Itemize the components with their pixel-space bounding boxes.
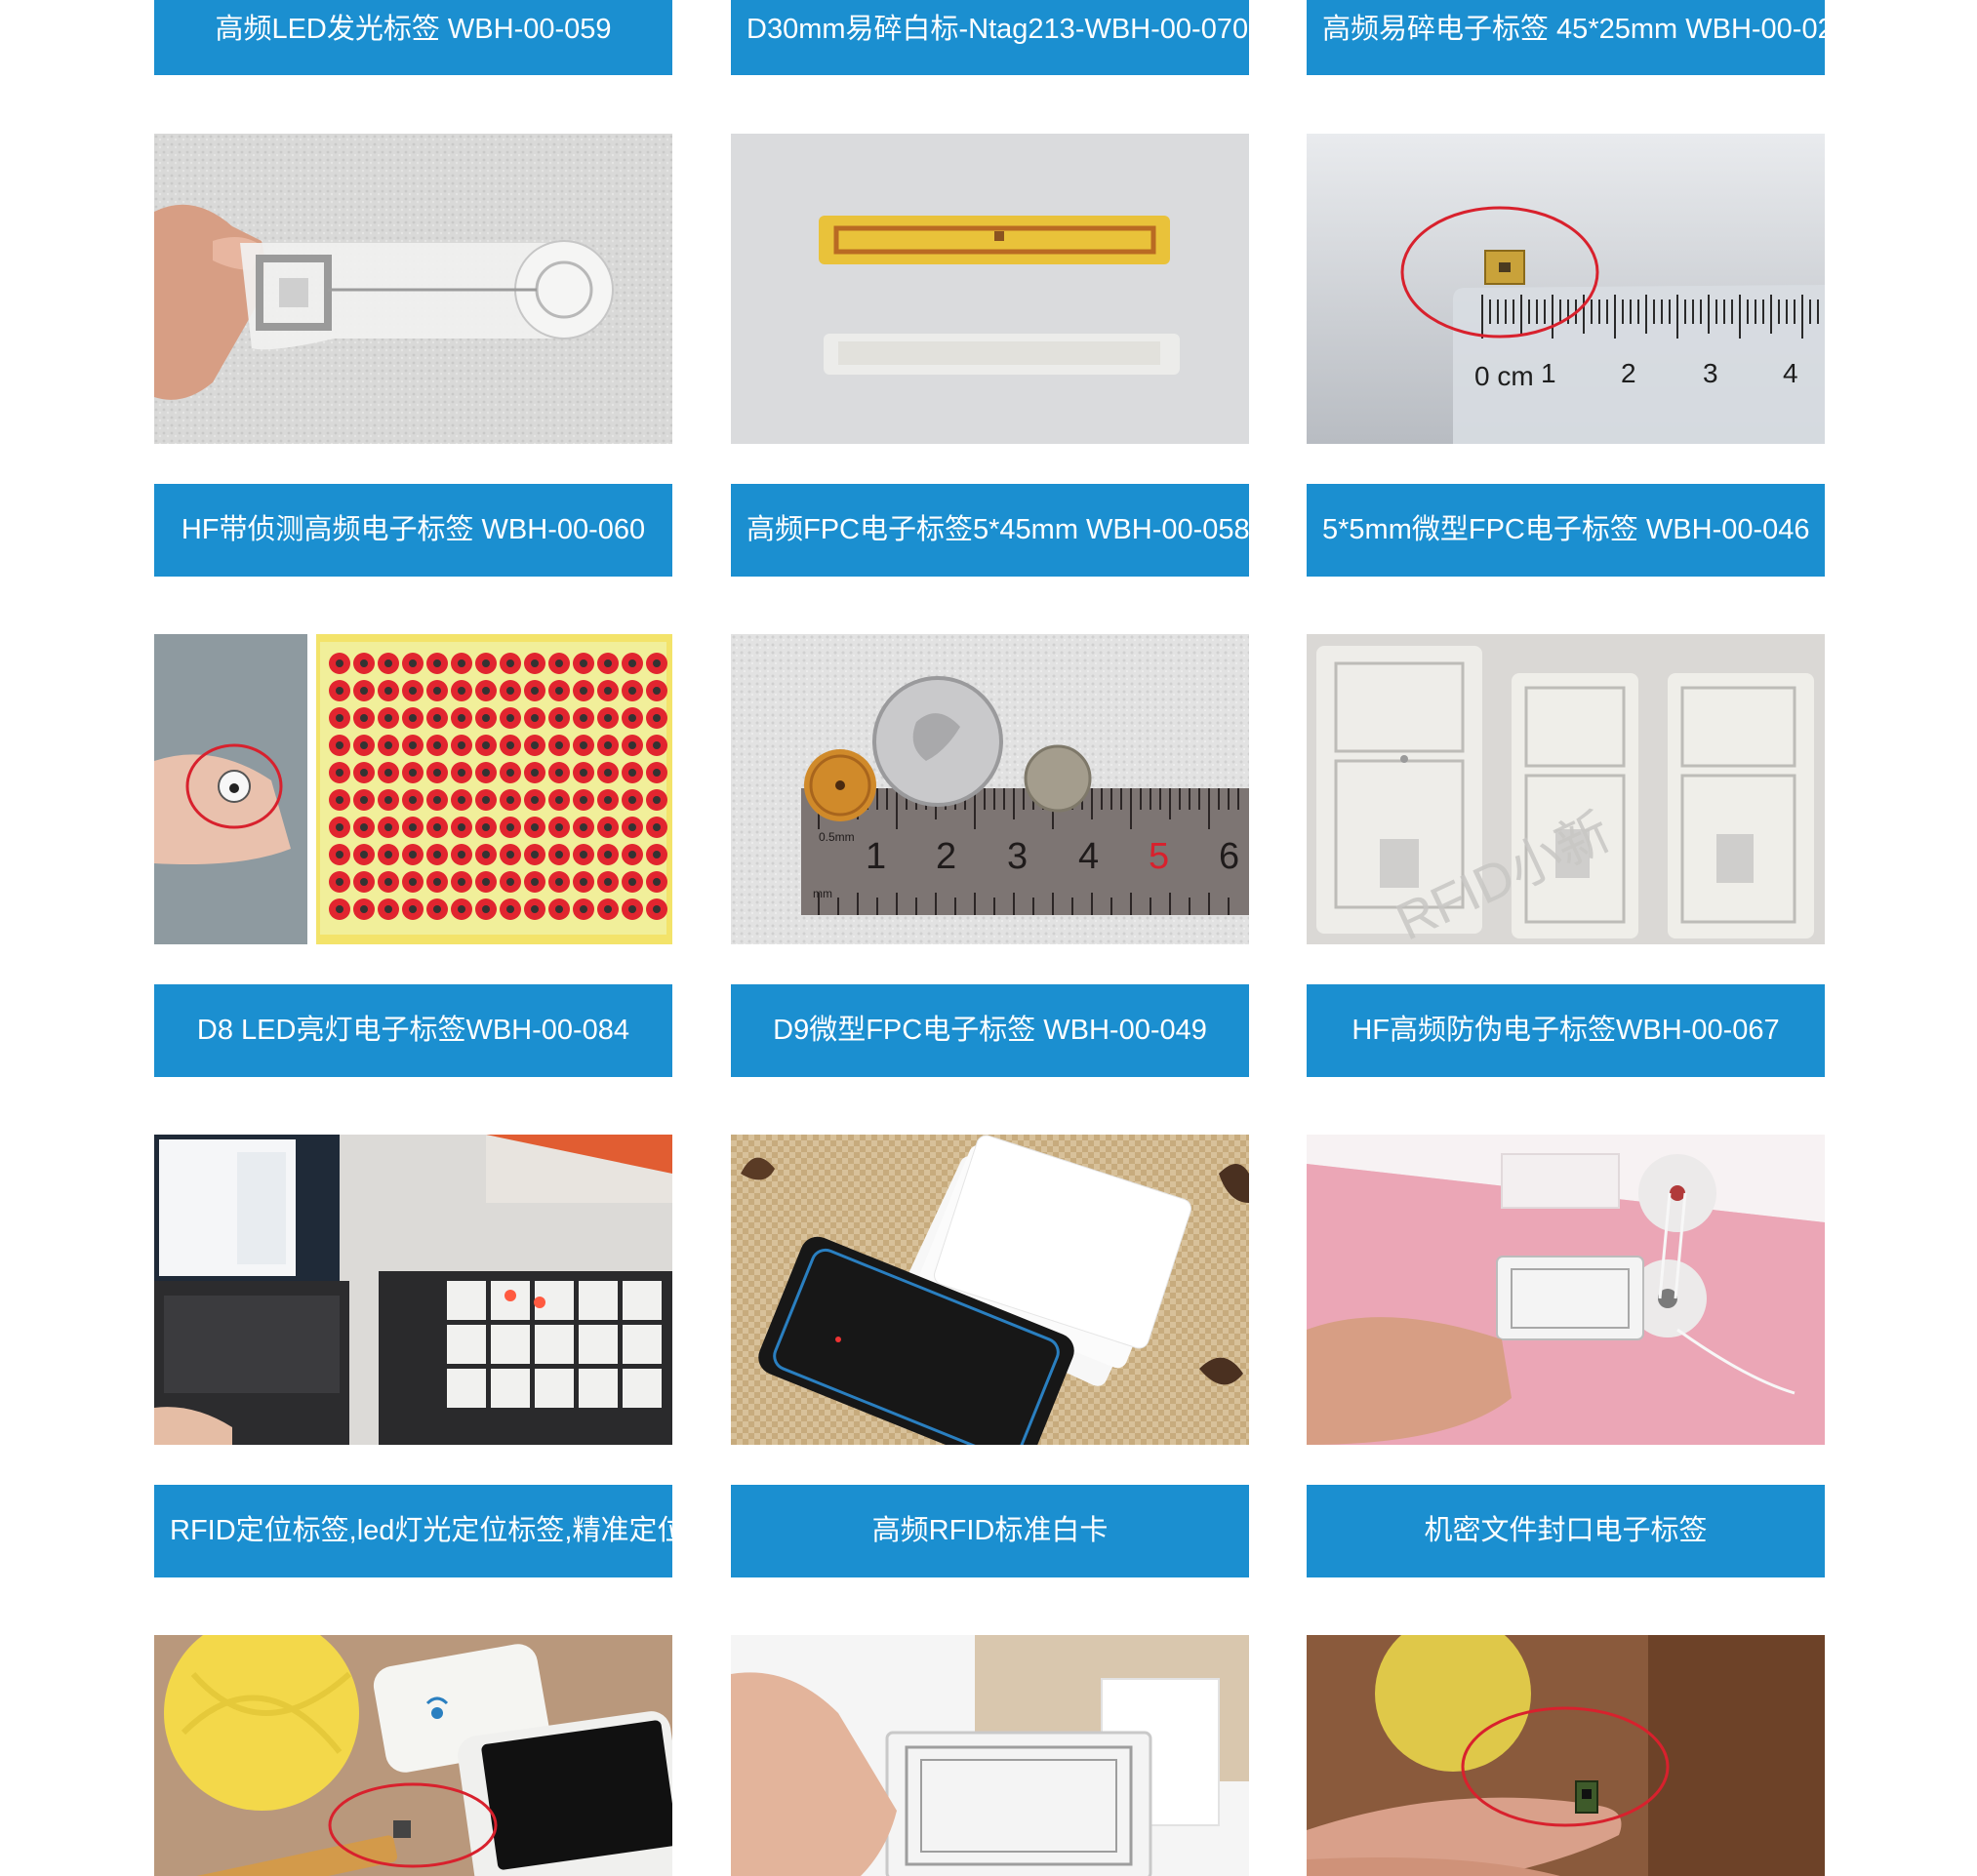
product-image-anti-counterfeit-labels[interactable]: RFID小新 [1307, 634, 1825, 944]
product-image-coin-tag-ruler[interactable]: 0.5mm 1 2 3 4 5 6 mm [731, 634, 1249, 944]
ruler-mark: 0 cm [1474, 361, 1534, 391]
product-label[interactable]: 高频LED发光标签 WBH-00-059 [154, 0, 672, 75]
ruler-mark: 3 [1007, 836, 1028, 877]
ruler-mark: 2 [936, 836, 956, 877]
ruler-mark: 1 [1541, 358, 1556, 388]
product-label[interactable]: RFID定位标签,led灯光定位标签,精准定位 [154, 1485, 672, 1577]
product-image-led-tag-tray[interactable] [154, 634, 672, 944]
product-label[interactable]: 机密文件封口电子标签 [1307, 1485, 1825, 1577]
product-label[interactable]: D30mm易碎白标-Ntag213-WBH-00-070 [731, 0, 1249, 75]
product-image-document-seal-tag[interactable] [1307, 1135, 1825, 1445]
ruler-mark: 1 [866, 836, 886, 877]
ruler-mark: 2 [1621, 358, 1636, 388]
product-label[interactable]: 5*5mm微型FPC电子标签 WBH-00-046 [1307, 484, 1825, 577]
product-label[interactable]: 高频RFID标准白卡 [731, 1485, 1249, 1577]
product-label[interactable]: D8 LED亮灯电子标签WBH-00-084 [154, 984, 672, 1077]
product-label[interactable]: 高频易碎电子标签 45*25mm WBH-00-029 [1307, 0, 1825, 75]
product-label[interactable]: D9微型FPC电子标签 WBH-00-049 [731, 984, 1249, 1077]
ruler-mark: 3 [1703, 358, 1718, 388]
ruler-mark: 0.5mm [819, 830, 855, 844]
ruler-mark: 4 [1078, 836, 1099, 877]
product-image-inlay-tag-hand[interactable] [731, 1635, 1249, 1876]
ruler-mark: 4 [1783, 358, 1798, 388]
product-image-finger-micro-tag[interactable] [1307, 1635, 1825, 1876]
product-image-laptop-led-tags[interactable] [154, 1135, 672, 1445]
product-label[interactable]: 高频FPC电子标签5*45mm WBH-00-058 [731, 484, 1249, 577]
product-label[interactable]: HF高频防伪电子标签WBH-00-067 [1307, 984, 1825, 1077]
product-image-micro-tag-ruler[interactable]: 0 cm 1 2 3 4 [1307, 134, 1825, 444]
product-image-phone-nfc-tag[interactable] [154, 1635, 672, 1876]
ruler-mark: 5 [1149, 836, 1169, 877]
ruler-unit: mm [813, 887, 832, 900]
ruler-mark: 6 [1219, 836, 1239, 877]
product-grid-page: 高频LED发光标签 WBH-00-059 D30mm易碎白标-Ntag213-W… [0, 0, 1977, 1876]
product-image-fpc-strip-tags[interactable] [731, 134, 1249, 444]
product-image-white-cards-reader[interactable] [731, 1135, 1249, 1445]
product-image-hand-holding-tag[interactable] [154, 134, 672, 444]
product-label[interactable]: HF带侦测高频电子标签 WBH-00-060 [154, 484, 672, 577]
